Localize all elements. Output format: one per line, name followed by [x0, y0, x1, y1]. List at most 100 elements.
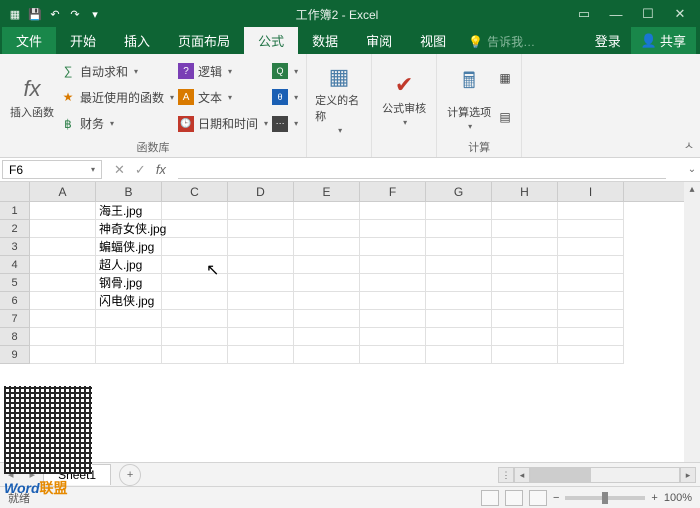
save-icon[interactable]: 💾 [26, 5, 44, 23]
column-header[interactable]: C [162, 182, 228, 201]
cell[interactable] [228, 292, 294, 310]
column-header[interactable]: I [558, 182, 624, 201]
column-header[interactable]: A [30, 182, 96, 201]
cell[interactable]: 闪电侠.jpg [96, 292, 162, 310]
cell[interactable] [360, 202, 426, 220]
recent-functions-button[interactable]: ★最近使用的函数▾ [60, 87, 174, 108]
cell[interactable]: 神奇女侠.jpg [96, 220, 162, 238]
lookup-button[interactable]: Q▾ [272, 61, 298, 81]
cell[interactable] [360, 292, 426, 310]
cell[interactable] [228, 328, 294, 346]
horizontal-scrollbar[interactable] [530, 467, 680, 483]
zoom-slider[interactable] [565, 496, 645, 500]
cell[interactable] [426, 310, 492, 328]
cell[interactable] [492, 202, 558, 220]
row-header[interactable]: 1 [0, 202, 30, 220]
accept-formula-icon[interactable]: ✓ [135, 162, 146, 178]
cell[interactable] [492, 310, 558, 328]
vertical-scrollbar[interactable]: ▴ [684, 182, 700, 462]
view-break-button[interactable] [529, 490, 547, 506]
view-layout-button[interactable] [505, 490, 523, 506]
cell[interactable] [426, 238, 492, 256]
cell[interactable] [96, 346, 162, 364]
close-button[interactable]: ✕ [666, 4, 694, 24]
hscroll-split-icon[interactable]: ⋮ [498, 467, 514, 483]
cell[interactable] [360, 346, 426, 364]
undo-icon[interactable]: ↶ [46, 5, 64, 23]
cell[interactable]: 超人.jpg [96, 256, 162, 274]
calc-now-button[interactable]: ▦ [497, 68, 513, 88]
tab-data[interactable]: 数据 [298, 27, 352, 54]
cell[interactable] [228, 202, 294, 220]
redo-icon[interactable]: ↷ [66, 5, 84, 23]
cell[interactable] [294, 220, 360, 238]
cell[interactable]: 钢骨.jpg [96, 274, 162, 292]
autosum-button[interactable]: ∑自动求和▾ [60, 61, 174, 82]
scroll-up-icon[interactable]: ▴ [684, 182, 700, 198]
cell[interactable] [30, 202, 96, 220]
cell[interactable] [30, 238, 96, 256]
namebox-dropdown-icon[interactable]: ▾ [91, 165, 95, 174]
cell[interactable] [294, 310, 360, 328]
cell[interactable] [360, 238, 426, 256]
column-header[interactable]: F [360, 182, 426, 201]
cell[interactable] [228, 310, 294, 328]
cell[interactable] [558, 310, 624, 328]
view-normal-button[interactable] [481, 490, 499, 506]
qat-dropdown-icon[interactable]: ▾ [86, 5, 104, 23]
tab-file[interactable]: 文件 [2, 27, 56, 54]
tab-formulas[interactable]: 公式 [244, 27, 298, 54]
cell[interactable] [492, 292, 558, 310]
row-header[interactable]: 4 [0, 256, 30, 274]
more-functions-button[interactable]: ⋯▾ [272, 114, 298, 134]
cell[interactable] [162, 220, 228, 238]
cell[interactable] [96, 328, 162, 346]
cell[interactable] [426, 256, 492, 274]
cell[interactable] [228, 220, 294, 238]
cell[interactable] [294, 346, 360, 364]
cell[interactable] [360, 328, 426, 346]
row-header[interactable]: 3 [0, 238, 30, 256]
cell[interactable] [492, 346, 558, 364]
cell[interactable] [30, 346, 96, 364]
calc-options-button[interactable]: 🖩 计算选项 ▾ [445, 58, 493, 137]
cell[interactable] [558, 220, 624, 238]
defined-names-button[interactable]: ▦ 定义的名称 ▾ [315, 58, 363, 141]
cell[interactable]: 海王.jpg [96, 202, 162, 220]
finance-button[interactable]: ฿财务▾ [60, 113, 174, 134]
ribbon-options-icon[interactable]: ▭ [570, 4, 598, 24]
cell[interactable] [426, 292, 492, 310]
worksheet-grid[interactable]: ABCDEFGHI 1海王.jpg2神奇女侠.jpg3蝙蝠侠.jpg4超人.jp… [0, 182, 700, 462]
cell[interactable] [558, 292, 624, 310]
cell[interactable] [294, 328, 360, 346]
cell[interactable] [162, 202, 228, 220]
cell[interactable] [162, 256, 228, 274]
tab-view[interactable]: 视图 [406, 27, 460, 54]
cell[interactable] [162, 274, 228, 292]
tab-layout[interactable]: 页面布局 [164, 27, 244, 54]
expand-formula-bar-icon[interactable]: ⌄ [684, 158, 700, 181]
cell[interactable] [492, 220, 558, 238]
maximize-button[interactable]: ☐ [634, 4, 662, 24]
insert-function-button[interactable]: fx 插入函数 [8, 58, 56, 137]
cell[interactable] [162, 346, 228, 364]
name-box[interactable]: F6 ▾ [2, 160, 102, 179]
zoom-out-button[interactable]: − [553, 492, 559, 504]
row-header[interactable]: 2 [0, 220, 30, 238]
row-header[interactable]: 5 [0, 274, 30, 292]
cell[interactable] [30, 220, 96, 238]
cell[interactable] [96, 310, 162, 328]
cell[interactable] [426, 328, 492, 346]
cell[interactable] [492, 256, 558, 274]
row-header[interactable]: 9 [0, 346, 30, 364]
cell[interactable] [162, 238, 228, 256]
cell[interactable] [30, 256, 96, 274]
cancel-formula-icon[interactable]: ✕ [114, 162, 125, 178]
add-sheet-button[interactable]: + [119, 464, 141, 486]
cell[interactable] [30, 328, 96, 346]
collapse-ribbon-icon[interactable]: ㅅ [684, 137, 694, 153]
cell[interactable] [228, 346, 294, 364]
zoom-in-button[interactable]: + [651, 492, 657, 504]
calc-sheet-button[interactable]: ▤ [497, 107, 513, 127]
math-button[interactable]: θ▾ [272, 87, 298, 107]
